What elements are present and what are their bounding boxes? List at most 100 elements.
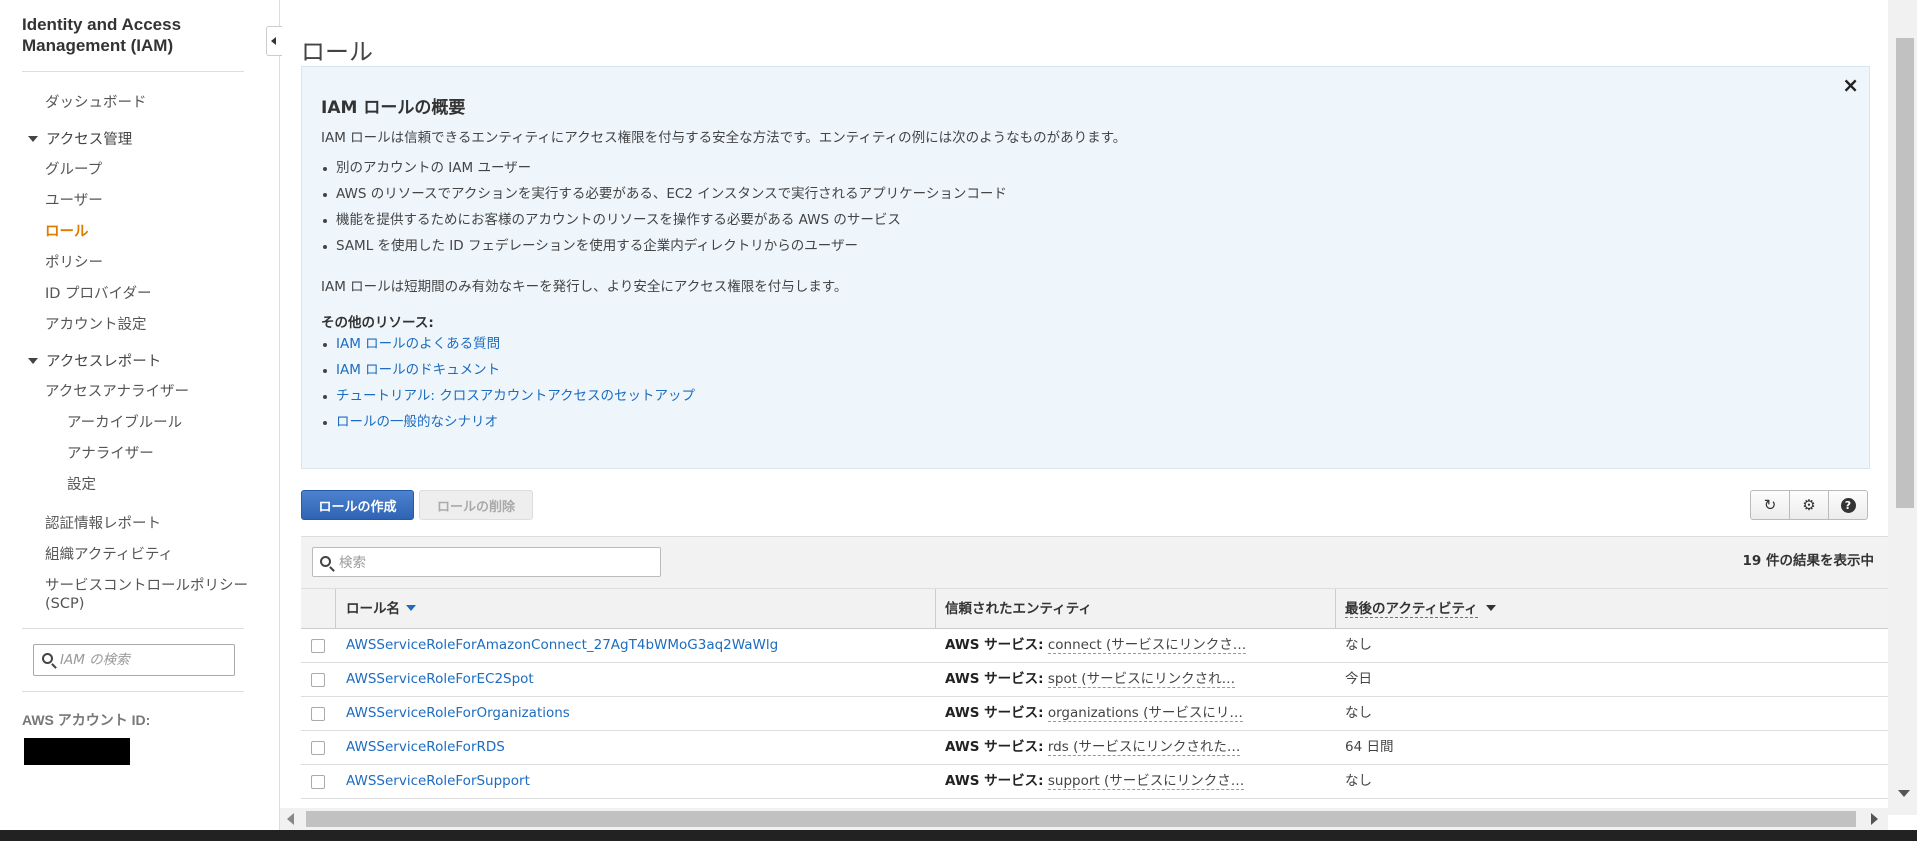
row-checkbox[interactable] [311, 741, 325, 755]
sidebar-item-credential-report[interactable]: 認証情報レポート [45, 512, 161, 533]
last-activity: なし [1345, 705, 1372, 721]
scroll-right-icon[interactable] [1871, 813, 1878, 825]
sidebar-item-archive-rules[interactable]: アーカイブルール [67, 411, 182, 432]
role-name-link[interactable]: AWSServiceRoleForAmazonConnect_27AgT4bWM… [346, 629, 778, 662]
column-header-role-name[interactable]: ロール名 [346, 589, 416, 629]
chevron-down-icon [1485, 605, 1496, 611]
role-name-link[interactable]: AWSServiceRoleForSupport [346, 765, 530, 798]
trusted-entity: AWS サービス: support (サービスにリンクさ… [945, 765, 1245, 798]
sidebar-item-account-settings[interactable]: アカウント設定 [45, 313, 147, 334]
column-divider [335, 589, 336, 629]
sidebar-section-label: アクセスレポート [46, 354, 162, 370]
role-name-link[interactable]: AWSServiceRoleForEC2Spot [346, 663, 534, 696]
link-cross-account-tutorial[interactable]: チュートリアル: クロスアカウントアクセスのセットアップ [336, 388, 695, 404]
link-roles-docs[interactable]: IAM ロールのドキュメント [336, 362, 500, 378]
role-name-link[interactable]: AWSServiceRoleForOrganizations [346, 697, 570, 730]
role-name-link[interactable]: AWSServiceRoleForRDS [346, 731, 505, 764]
list-item: AWS のリソースでアクションを実行する必要がある、EC2 インスタンスで実行さ… [321, 181, 1007, 207]
sidebar-item-dashboard[interactable]: ダッシュボード [45, 91, 147, 112]
row-checkbox[interactable] [311, 775, 325, 789]
entity-value: connect (サービスにリンクさ… [1047, 637, 1247, 654]
service-title[interactable]: Identity and Access Management (IAM) [22, 14, 252, 56]
trusted-entity: AWS サービス: spot (サービスにリンクされ… [945, 663, 1236, 696]
list-item: ロールの一般的なシナリオ [321, 409, 695, 435]
search-icon [42, 653, 53, 664]
examples-list: 別のアカウントの IAM ユーザー AWS のリソースでアクションを実行する必要… [321, 155, 1007, 259]
iam-search-box [33, 644, 235, 676]
table-search-input[interactable] [339, 553, 639, 573]
refresh-button[interactable]: ↻ [1750, 490, 1790, 520]
sidebar-item-organization-activity[interactable]: 組織アクティビティ [45, 543, 173, 564]
help-button[interactable]: ? [1828, 490, 1868, 520]
table-row: AWSServiceRoleForAmazonConnect_27AgT4bWM… [301, 629, 1888, 663]
sidebar-section-access-management[interactable]: アクセス管理 [28, 128, 132, 149]
sidebar-item-access-analyzer[interactable]: アクセスアナライザー [45, 380, 189, 401]
last-activity: 今日 [1345, 671, 1372, 687]
scroll-left-icon[interactable] [287, 813, 294, 825]
horizontal-scrollbar[interactable] [280, 808, 1888, 830]
entity-prefix: AWS サービス: [945, 671, 1044, 687]
caret-down-icon [28, 358, 38, 364]
create-role-button[interactable]: ロールの作成 [301, 490, 414, 520]
column-label: ロール名 [346, 601, 400, 617]
sidebar-item-roles[interactable]: ロール [45, 220, 89, 241]
row-checkbox[interactable] [311, 639, 325, 653]
entity-prefix: AWS サービス: [945, 637, 1044, 653]
link-common-scenarios[interactable]: ロールの一般的なシナリオ [336, 414, 498, 430]
help-icon: ? [1840, 497, 1856, 513]
row-checkbox[interactable] [311, 707, 325, 721]
link-roles-faq[interactable]: IAM ロールのよくある質問 [336, 336, 500, 352]
last-activity: 64 日間 [1345, 739, 1394, 755]
refresh-icon: ↻ [1763, 496, 1777, 514]
caret-down-icon [28, 136, 38, 142]
sidebar-divider [22, 691, 244, 692]
column-label: 最後のアクティビティ [1345, 601, 1478, 618]
last-activity: なし [1345, 773, 1372, 789]
scroll-down-icon[interactable] [1898, 790, 1910, 797]
trusted-entity: AWS サービス: connect (サービスにリンクさ… [945, 629, 1247, 662]
entity-prefix: AWS サービス: [945, 705, 1044, 721]
sidebar-item-groups[interactable]: グループ [45, 158, 102, 179]
table-actions: ↻ ⚙ ? [1750, 490, 1868, 520]
trusted-entity: AWS サービス: rds (サービスにリンクされた… [945, 731, 1241, 764]
sidebar-item-policies[interactable]: ポリシー [45, 251, 103, 272]
sort-desc-icon [406, 605, 416, 611]
sidebar-section-label: アクセス管理 [46, 132, 133, 148]
sidebar-item-analyzer-settings[interactable]: 設定 [67, 473, 96, 494]
entity-value: organizations (サービスにリ… [1047, 705, 1243, 722]
resources-list: IAM ロールのよくある質問 IAM ロールのドキュメント チュートリアル: ク… [321, 331, 695, 435]
delete-role-button[interactable]: ロールの削除 [419, 490, 533, 520]
sidebar-item-identity-providers[interactable]: ID プロバイダー [45, 282, 151, 303]
list-item: 機能を提供するためにお客様のアカウントのリソースを操作する必要がある AWS の… [321, 207, 1007, 233]
list-item: IAM ロールのドキュメント [321, 357, 695, 383]
search-icon [320, 556, 331, 567]
column-divider [935, 589, 936, 629]
scrollbar-thumb[interactable] [1896, 38, 1914, 508]
column-header-trusted-entity[interactable]: 信頼されたエンティティ [945, 589, 1092, 629]
table-header: ロール名 信頼されたエンティティ 最後のアクティビティ [301, 588, 1888, 629]
main-content: ロール × IAM ロールの概要 IAM ロールは信頼できるエンティティにアクセ… [280, 0, 1888, 815]
sidebar-item-scp[interactable]: サービスコントロールポリシー (SCP) [45, 574, 248, 612]
sidebar-divider [22, 71, 244, 72]
trusted-entity: AWS サービス: organizations (サービスにリ… [945, 697, 1243, 730]
entity-prefix: AWS サービス: [945, 773, 1044, 789]
close-icon[interactable]: × [1842, 73, 1859, 97]
list-item: SAML を使用した ID フェデレーションを使用する企業内ディレクトリからのユ… [321, 233, 1007, 259]
table-search-box [312, 547, 661, 577]
redacted-account-id [24, 738, 130, 765]
settings-button[interactable]: ⚙ [1789, 490, 1829, 520]
entity-value: support (サービスにリンクさ… [1047, 773, 1245, 790]
sidebar-divider [22, 628, 244, 629]
sidebar-section-access-reports[interactable]: アクセスレポート [28, 350, 161, 371]
gear-icon: ⚙ [1802, 496, 1816, 514]
row-checkbox[interactable] [311, 673, 325, 687]
result-count: 19 件の結果を表示中 [1742, 553, 1875, 569]
vertical-scrollbar[interactable] [1888, 0, 1917, 815]
iam-search-input[interactable] [60, 650, 230, 670]
column-header-last-activity[interactable]: 最後のアクティビティ [1345, 589, 1496, 629]
table-filter-bar: 19 件の結果を表示中 [301, 536, 1888, 588]
scrollbar-thumb[interactable] [306, 811, 1856, 827]
sidebar-item-analyzers[interactable]: アナライザー [67, 442, 154, 463]
sidebar-item-users[interactable]: ユーザー [45, 189, 103, 210]
entity-value: spot (サービスにリンクされ… [1047, 671, 1236, 688]
